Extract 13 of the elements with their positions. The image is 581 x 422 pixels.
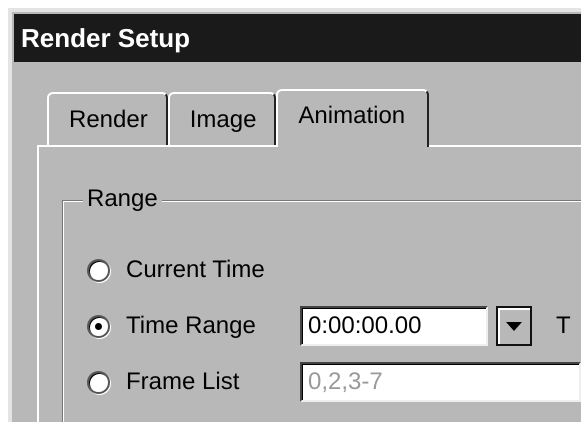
- radio-button[interactable]: [87, 258, 110, 282]
- radio-label: Time Range: [126, 311, 257, 341]
- dropdown-button[interactable]: [496, 306, 532, 346]
- window-title: Render Setup: [14, 14, 581, 62]
- time-field[interactable]: 0:00:00.00: [300, 306, 488, 346]
- tab[interactable]: Render: [47, 92, 168, 145]
- radio-label: Frame List: [126, 367, 240, 397]
- radio-button[interactable]: [87, 314, 110, 338]
- radio-label: Current Time: [126, 255, 266, 285]
- tab[interactable]: Animation: [276, 89, 430, 147]
- tab[interactable]: Image: [168, 92, 276, 145]
- to-label: T: [556, 311, 571, 341]
- caret-icon: [506, 322, 522, 330]
